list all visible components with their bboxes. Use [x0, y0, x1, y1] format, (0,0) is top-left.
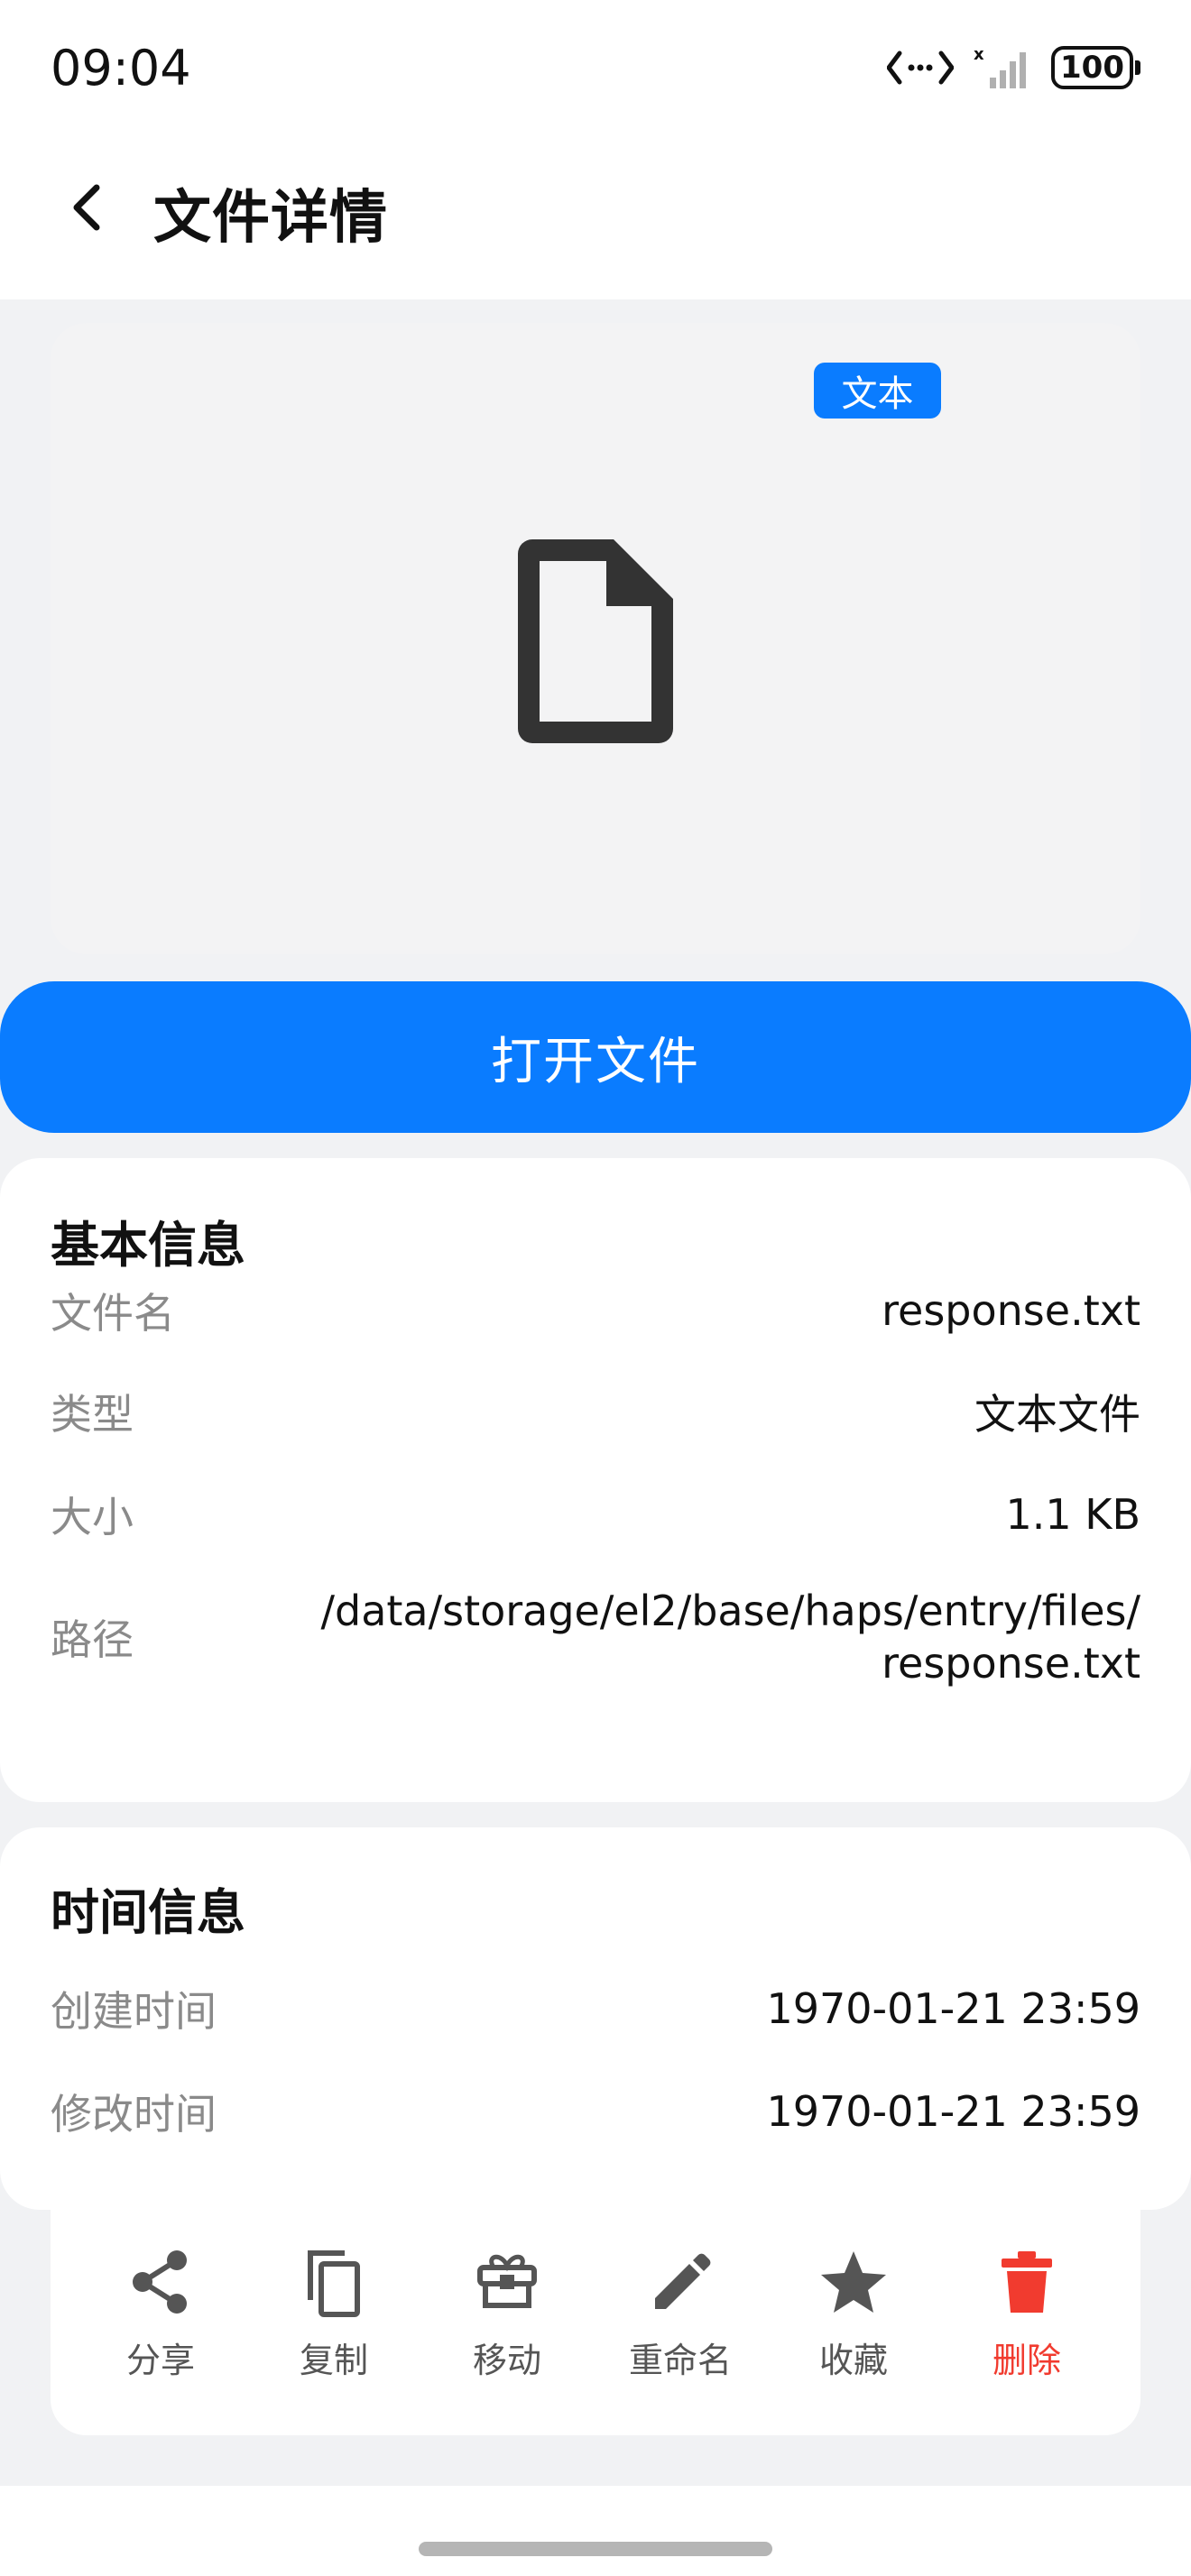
- signal-icon: x: [974, 45, 1027, 88]
- open-file-button[interactable]: 打开文件: [0, 981, 1191, 1133]
- delete-label: 删除: [992, 2341, 1061, 2380]
- row-label: 类型: [51, 1390, 134, 1439]
- info-row-filename: 文件名 response.txt: [51, 1279, 1140, 1342]
- home-indicator[interactable]: [419, 2542, 772, 2556]
- row-label: 路径: [51, 1615, 134, 1664]
- time-info-title: 时间信息: [51, 1884, 245, 1941]
- info-row-modified: 修改时间 1970-01-21 23:59: [51, 2080, 1140, 2143]
- status-icons: x 100: [887, 45, 1140, 90]
- rename-button[interactable]: 重命名: [617, 2246, 743, 2382]
- path-line-2: response.txt: [882, 1639, 1140, 1688]
- back-arrow-icon: [73, 184, 100, 231]
- bottom-area: [0, 2486, 1191, 2576]
- back-button[interactable]: [56, 176, 119, 239]
- document-icon: [518, 539, 673, 743]
- row-value: response.txt: [882, 1286, 1140, 1335]
- favorite-label: 收藏: [818, 2341, 888, 2380]
- file-type-badge: 文本: [814, 363, 941, 419]
- move-button[interactable]: 移动: [444, 2246, 570, 2382]
- svg-text:x: x: [974, 45, 984, 64]
- row-value: 1970-01-21 23:59: [766, 2087, 1140, 2136]
- basic-info-card: 基本信息 文件名 response.txt 类型 文本文件 大小 1.1 KB …: [0, 1158, 1191, 1802]
- favorite-button[interactable]: 收藏: [790, 2246, 917, 2382]
- move-icon: [477, 2254, 537, 2308]
- row-label: 修改时间: [51, 2090, 217, 2139]
- info-row-created: 创建时间 1970-01-21 23:59: [51, 1977, 1140, 2040]
- status-time: 09:04: [51, 40, 191, 97]
- copy-label: 复制: [299, 2341, 368, 2380]
- basic-info-title: 基本信息: [51, 1217, 245, 1274]
- network-icon: [887, 51, 955, 85]
- row-label: 创建时间: [51, 1987, 217, 2036]
- delete-button[interactable]: 删除: [964, 2246, 1090, 2382]
- battery-level: 100: [1051, 46, 1133, 89]
- copy-button[interactable]: 复制: [271, 2246, 397, 2382]
- trash-icon: [1002, 2251, 1052, 2313]
- star-icon: [821, 2251, 886, 2313]
- path-line-1: /data/storage/el2/base/haps/entry/files/: [320, 1587, 1141, 1635]
- row-label: 大小: [51, 1493, 134, 1541]
- info-row-type: 类型 文本文件: [51, 1380, 1140, 1443]
- edit-icon: [655, 2253, 711, 2309]
- info-row-size: 大小 1.1 KB: [51, 1483, 1140, 1546]
- time-info-card: 时间信息 创建时间 1970-01-21 23:59 修改时间 1970-01-…: [0, 1827, 1191, 2210]
- share-icon: [133, 2250, 187, 2314]
- row-value: 1.1 KB: [1005, 1490, 1141, 1539]
- rename-label: 重命名: [628, 2341, 732, 2380]
- move-label: 移动: [472, 2341, 541, 2380]
- info-row-path: 路径 /data/storage/el2/base/haps/entry/fil…: [51, 1578, 1140, 1696]
- page-title: 文件详情: [153, 185, 388, 252]
- copy-icon: [308, 2250, 360, 2317]
- battery-icon: 100: [1051, 46, 1140, 89]
- share-label: 分享: [125, 2341, 195, 2380]
- row-value: /data/storage/el2/base/haps/entry/files/…: [321, 1585, 1141, 1689]
- row-value: 1970-01-21 23:59: [766, 1984, 1140, 2033]
- share-button[interactable]: 分享: [97, 2246, 224, 2382]
- row-label: 文件名: [51, 1289, 175, 1338]
- action-toolbar: 分享 复制 移动 重命名 收藏 删除: [51, 2210, 1140, 2435]
- row-value: 文本文件: [974, 1390, 1140, 1439]
